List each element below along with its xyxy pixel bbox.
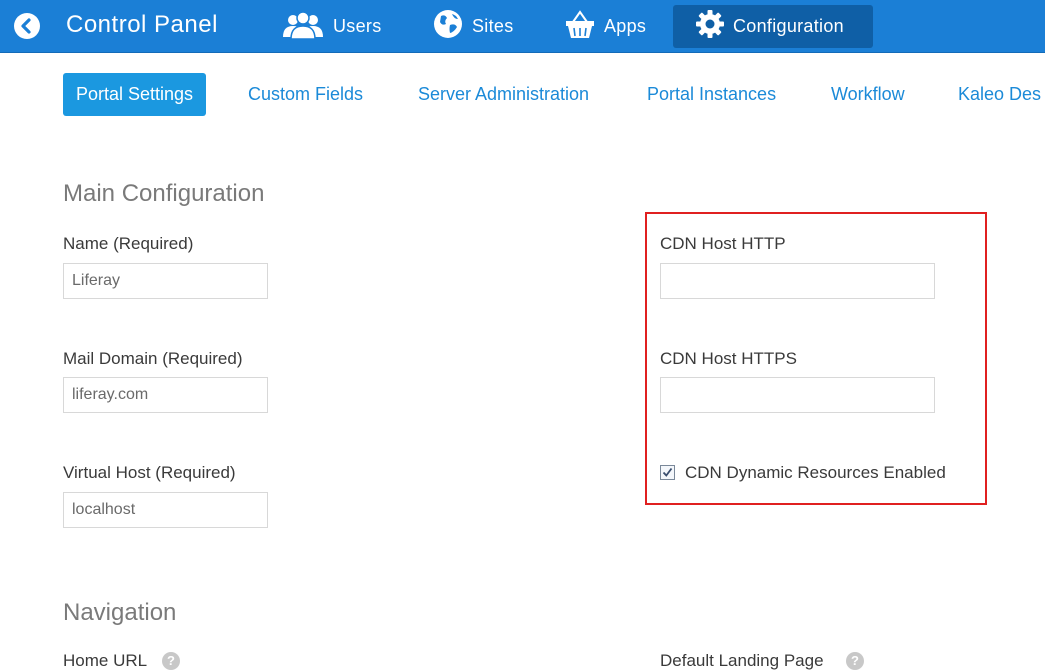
cdn-dynamic-resources-checkbox[interactable] xyxy=(660,465,675,480)
back-arrow-icon xyxy=(21,18,31,34)
gear-icon xyxy=(695,9,725,44)
cdn-host-https-label: CDN Host HTTPS xyxy=(660,349,797,368)
tab-server-administration[interactable]: Server Administration xyxy=(418,73,589,116)
tab-kaleo-designer[interactable]: Kaleo Des xyxy=(958,73,1041,116)
nav-apps-label: Apps xyxy=(604,16,647,36)
nav-sites-label: Sites xyxy=(472,16,514,36)
nav-sites[interactable]: Sites xyxy=(432,5,514,48)
default-landing-page-label: Default Landing Page xyxy=(660,651,824,670)
app-title: Control Panel xyxy=(66,11,218,38)
virtual-host-label: Virtual Host (Required) xyxy=(63,463,236,482)
globe-icon xyxy=(432,8,464,45)
tab-portal-settings[interactable]: Portal Settings xyxy=(63,73,207,116)
mail-domain-input[interactable] xyxy=(63,377,268,413)
name-input[interactable] xyxy=(63,263,268,299)
tab-portal-instances[interactable]: Portal Instances xyxy=(647,73,776,116)
help-icon[interactable]: ? xyxy=(162,652,180,670)
cdn-host-http-label: CDN Host HTTP xyxy=(660,234,786,253)
cdn-host-http-input[interactable] xyxy=(660,263,935,299)
help-icon[interactable]: ? xyxy=(846,652,864,670)
tab-custom-fields[interactable]: Custom Fields xyxy=(248,73,363,116)
checkmark-icon xyxy=(662,467,673,477)
name-label: Name (Required) xyxy=(63,234,194,253)
navigation-title: Navigation xyxy=(63,599,177,626)
cdn-host-https-input[interactable] xyxy=(660,377,935,413)
nav-users[interactable]: Users xyxy=(281,5,382,48)
users-icon xyxy=(281,9,325,44)
nav-configuration-label: Configuration xyxy=(733,16,844,36)
nav-apps[interactable]: Apps xyxy=(564,5,646,48)
mail-domain-label: Mail Domain (Required) xyxy=(63,349,243,368)
cdn-dynamic-resources-label: CDN Dynamic Resources Enabled xyxy=(685,463,946,482)
main-configuration-title: Main Configuration xyxy=(63,180,265,207)
nav-users-label: Users xyxy=(333,16,382,36)
back-button[interactable] xyxy=(14,13,40,39)
virtual-host-input[interactable] xyxy=(63,492,268,528)
top-bar: Control Panel Users Sites Apps Configura… xyxy=(0,0,1045,53)
tab-workflow[interactable]: Workflow xyxy=(831,73,905,116)
home-url-label: Home URL xyxy=(63,651,148,670)
basket-icon xyxy=(564,8,596,45)
nav-configuration[interactable]: Configuration xyxy=(673,5,873,48)
